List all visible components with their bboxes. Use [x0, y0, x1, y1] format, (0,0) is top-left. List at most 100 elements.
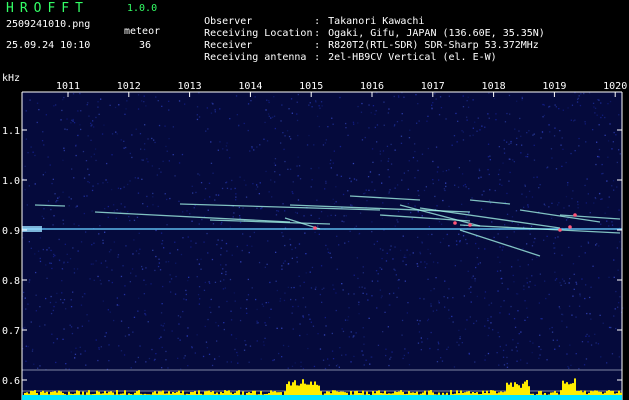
- noise-speck: [412, 156, 415, 159]
- noise-speck: [564, 282, 566, 284]
- noise-speck: [341, 354, 343, 356]
- power-base: [268, 395, 270, 400]
- noise-speck: [218, 355, 220, 358]
- noise-speck: [80, 128, 82, 131]
- power-base: [162, 395, 164, 400]
- noise-speck: [420, 261, 422, 263]
- power-base: [590, 395, 592, 400]
- noise-speck: [217, 149, 219, 151]
- noise-speck: [133, 239, 135, 241]
- noise-speck: [226, 300, 228, 303]
- noise-speck: [401, 319, 404, 322]
- noise-speck: [296, 212, 298, 214]
- noise-speck: [515, 210, 518, 212]
- power-base: [378, 395, 380, 400]
- noise-speck: [595, 197, 597, 200]
- noise-speck: [477, 117, 479, 119]
- noise-speck: [492, 329, 494, 331]
- noise-speck: [387, 326, 389, 328]
- noise-speck: [480, 208, 483, 210]
- power-base: [222, 395, 224, 400]
- power-base: [106, 395, 108, 400]
- noise-speck: [168, 109, 170, 111]
- noise-speck: [508, 94, 511, 97]
- power-base: [148, 395, 150, 400]
- noise-speck: [454, 265, 456, 267]
- noise-speck: [223, 328, 225, 331]
- noise-speck: [387, 160, 389, 162]
- noise-speck: [585, 335, 587, 337]
- noise-speck: [472, 99, 474, 101]
- noise-speck: [604, 212, 606, 214]
- noise-speck: [587, 241, 589, 243]
- noise-speck: [559, 308, 561, 310]
- noise-speck: [380, 160, 382, 162]
- power-base: [612, 395, 614, 400]
- noise-speck: [323, 334, 326, 336]
- noise-speck: [70, 326, 73, 328]
- noise-speck: [52, 224, 54, 226]
- power-base: [392, 395, 394, 400]
- noise-speck: [140, 148, 142, 150]
- power-base: [110, 395, 112, 400]
- power-base: [188, 395, 190, 400]
- noise-speck: [87, 102, 89, 104]
- noise-speck: [62, 191, 64, 193]
- noise-speck: [116, 304, 118, 306]
- x-tick-label: 1011: [56, 81, 80, 92]
- noise-speck: [353, 355, 355, 358]
- noise-speck: [43, 144, 45, 146]
- noise-speck: [320, 211, 323, 213]
- noise-speck: [65, 363, 67, 365]
- noise-speck: [104, 231, 106, 233]
- noise-speck: [200, 258, 202, 260]
- power-base: [132, 395, 134, 400]
- noise-speck: [148, 357, 151, 360]
- noise-speck: [181, 153, 184, 156]
- noise-speck: [503, 364, 506, 366]
- noise-speck: [502, 246, 504, 248]
- noise-speck: [296, 119, 299, 122]
- noise-speck: [212, 223, 215, 225]
- power-base: [330, 395, 332, 400]
- power-base: [536, 395, 538, 400]
- noise-speck: [463, 295, 465, 297]
- noise-speck: [204, 325, 206, 328]
- noise-speck: [165, 261, 167, 263]
- power-base: [588, 395, 590, 400]
- noise-speck: [466, 119, 468, 121]
- noise-speck: [526, 132, 528, 134]
- noise-speck: [309, 318, 311, 320]
- noise-speck: [90, 125, 92, 127]
- noise-speck: [464, 183, 466, 186]
- noise-speck: [446, 233, 448, 236]
- power-base: [146, 395, 148, 400]
- noise-speck: [273, 96, 275, 98]
- noise-speck: [484, 291, 487, 293]
- power-base: [548, 395, 550, 400]
- power-base: [412, 395, 414, 400]
- noise-speck: [137, 310, 139, 312]
- noise-speck: [281, 327, 283, 329]
- noise-speck: [116, 297, 118, 299]
- noise-speck: [347, 319, 349, 321]
- noise-speck: [80, 353, 82, 355]
- noise-speck: [545, 297, 547, 300]
- noise-speck: [498, 169, 501, 171]
- noise-speck: [569, 344, 571, 346]
- noise-speck: [417, 210, 419, 212]
- noise-speck: [437, 341, 439, 343]
- noise-speck: [237, 354, 239, 357]
- noise-speck: [83, 195, 85, 197]
- noise-speck: [586, 312, 588, 315]
- noise-speck: [135, 128, 137, 130]
- noise-speck: [572, 190, 574, 192]
- noise-speck: [224, 287, 226, 289]
- noise-speck: [37, 250, 40, 252]
- noise-speck: [108, 280, 110, 282]
- noise-speck: [432, 160, 434, 163]
- noise-speck: [170, 278, 173, 280]
- x-tick-label: 1016: [360, 81, 384, 92]
- noise-speck: [195, 191, 197, 194]
- noise-speck: [207, 252, 209, 254]
